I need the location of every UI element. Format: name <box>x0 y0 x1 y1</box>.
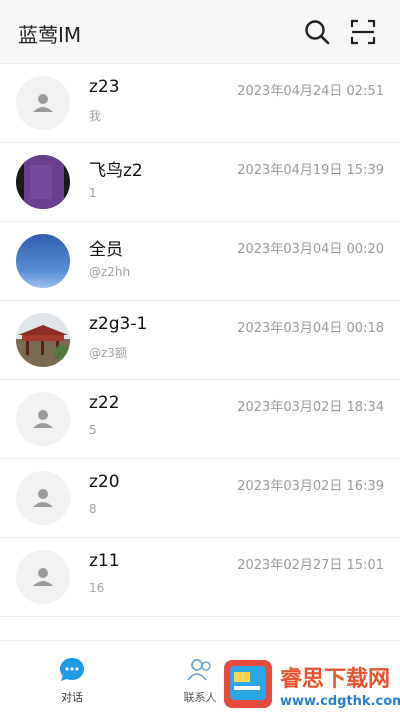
scan-icon <box>350 19 376 45</box>
conversation-preview: @z3额 <box>89 346 127 360</box>
app-header: 蓝莺IM <box>0 0 400 64</box>
conversation-preview: 我 <box>89 109 102 123</box>
conversation-item[interactable]: 全员 2023年03月04日 00:20 @z2hh <box>0 222 400 301</box>
conversation-item[interactable]: z20 2023年03月02日 16:39 8 <box>0 459 400 538</box>
scan-button[interactable] <box>349 18 377 46</box>
avatar <box>16 392 70 446</box>
tab-chat-label: 对话 <box>61 691 83 704</box>
avatar <box>16 313 70 367</box>
conversation-time: 2023年03月02日 16:39 <box>237 479 384 494</box>
conversation-preview: 8 <box>89 502 97 516</box>
conversation-preview: @z2hh <box>89 265 131 279</box>
watermark-logo: 睿思下载网 www.cdgthk.com <box>224 660 400 709</box>
watermark-title: 睿思下载网 <box>280 666 390 692</box>
app-title: 蓝莺IM <box>18 23 82 47</box>
conversation-name: 飞鸟z2 <box>89 161 143 181</box>
avatar <box>16 234 70 288</box>
conversation-name: z2g3-1 <box>89 314 148 334</box>
default-user-icon <box>16 471 70 525</box>
conversation-time: 2023年03月04日 00:18 <box>237 321 384 336</box>
conversation-name: z20 <box>89 472 120 492</box>
search-button[interactable] <box>303 18 331 46</box>
conversation-time: 2023年04月19日 15:39 <box>237 163 384 178</box>
conversation-item[interactable]: 飞鸟z2 2023年04月19日 15:39 1 <box>0 143 400 222</box>
avatar <box>16 76 70 130</box>
tab-chat[interactable]: 对话 <box>22 641 122 712</box>
conversation-time: 2023年04月24日 02:51 <box>237 84 384 99</box>
conversation-name: 全员 <box>89 240 123 260</box>
conversation-list: z23 2023年04月24日 02:51 我 飞鸟z2 2023年04月19日… <box>0 64 400 617</box>
temple-photo-avatar <box>16 313 70 367</box>
contacts-icon <box>187 659 211 681</box>
default-user-icon <box>16 76 70 130</box>
conversation-item[interactable]: z2g3-1 2023年03月04日 00:18 @z3额 <box>0 301 400 380</box>
conversation-preview: 1 <box>89 186 97 200</box>
sky-photo-avatar <box>16 234 70 288</box>
avatar <box>16 471 70 525</box>
conversation-time: 2023年03月04日 00:20 <box>237 242 384 257</box>
conversation-item[interactable]: z22 2023年03月02日 18:34 5 <box>0 380 400 459</box>
default-user-icon <box>16 550 70 604</box>
purple-photo-avatar <box>16 155 70 209</box>
conversation-name: z11 <box>89 551 120 571</box>
chat-bubble-icon <box>60 658 84 681</box>
conversation-time: 2023年02月27日 15:01 <box>237 558 384 573</box>
watermark-url: www.cdgthk.com <box>280 694 400 709</box>
conversation-preview: 16 <box>89 581 105 595</box>
conversation-preview: 5 <box>89 423 97 437</box>
conversation-name: z23 <box>89 77 120 97</box>
avatar <box>16 155 70 209</box>
search-icon <box>305 20 330 45</box>
default-user-icon <box>16 392 70 446</box>
conversation-item[interactable]: z11 2023年02月27日 15:01 16 <box>0 538 400 617</box>
avatar <box>16 550 70 604</box>
conversation-name: z22 <box>89 393 120 413</box>
conversation-time: 2023年03月02日 18:34 <box>237 400 384 415</box>
conversation-item[interactable]: z23 2023年04月24日 02:51 我 <box>0 64 400 143</box>
